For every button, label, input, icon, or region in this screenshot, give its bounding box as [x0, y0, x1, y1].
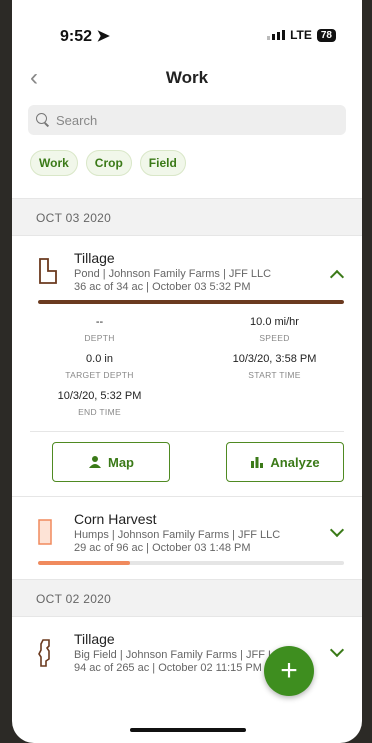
stat-value: --	[95, 316, 104, 328]
record-title: Tillage	[74, 631, 115, 647]
chevron-down-icon[interactable]	[329, 522, 345, 538]
filter-chip-field[interactable]: Field	[139, 150, 186, 176]
analyze-button-label: Analyze	[270, 454, 320, 470]
field-outline-icon	[38, 519, 52, 545]
chevron-up-icon[interactable]	[329, 269, 345, 285]
map-person-icon	[89, 456, 101, 468]
page-title: Work	[165, 68, 209, 87]
network-label: LTE	[290, 28, 312, 42]
filter-chip-work[interactable]: Work	[30, 150, 78, 176]
record-actions: Map Analyze	[12, 442, 362, 482]
analyze-button[interactable]: Analyze	[226, 442, 344, 482]
filter-chip-crop[interactable]: Crop	[85, 150, 132, 176]
home-indicator	[130, 728, 246, 732]
stat-label: END TIME	[78, 407, 121, 417]
status-time: 9:52 ➤	[60, 28, 110, 45]
filter-chips: Work Crop Field	[30, 150, 362, 176]
nav-bar: ‹ Work	[12, 60, 362, 100]
stat-value: 0.0 in	[86, 353, 113, 365]
date-header: OCT 03 2020	[12, 198, 362, 236]
battery-icon: 78	[316, 28, 336, 42]
chevron-down-icon[interactable]	[329, 642, 345, 658]
stat-label: START TIME	[248, 370, 301, 380]
phone-screen: 9:52 ➤ LTE 78 ‹ Work Work Crop Field OCT…	[12, 0, 362, 743]
search-input[interactable]	[56, 112, 316, 128]
stat-label: DEPTH	[84, 333, 115, 343]
stat-label: TARGET DEPTH	[65, 370, 134, 380]
stat-end-time: 10/3/20, 5:32 PM END TIME	[12, 390, 187, 417]
bar-chart-icon	[251, 457, 264, 468]
stat-depth: -- DEPTH	[12, 316, 187, 343]
add-work-button[interactable]: +	[264, 646, 314, 696]
map-button-label: Map	[108, 454, 134, 470]
plus-icon: +	[280, 654, 298, 687]
field-outline-icon	[39, 258, 57, 284]
record-title: Tillage	[74, 250, 115, 266]
record-header[interactable]: Corn Harvest Humps | Johnson Family Farm…	[12, 497, 362, 561]
stat-value: 10/3/20, 5:32 PM	[57, 390, 142, 402]
search-bar[interactable]	[28, 105, 346, 135]
record-header[interactable]: Tillage Pond | Johnson Family Farms | JF…	[12, 236, 362, 300]
search-icon	[36, 113, 50, 127]
date-header: OCT 02 2020	[12, 579, 362, 617]
stat-value: 10/3/20, 3:58 PM	[232, 353, 317, 365]
map-button[interactable]: Map	[52, 442, 170, 482]
stat-start-time: 10/3/20, 3:58 PM START TIME	[187, 353, 362, 380]
record-subtitle: Big Field | Johnson Family Farms | JFF L…	[74, 649, 289, 661]
record-subtitle: Humps | Johnson Family Farms | JFF LLC	[74, 529, 281, 541]
progress-fill	[38, 561, 130, 565]
record-details: -- DEPTH 10.0 mi/hr SPEED 0.0 in TARGET …	[12, 304, 362, 482]
stat-label: SPEED	[259, 333, 290, 343]
work-record-corn-harvest[interactable]: Corn Harvest Humps | Johnson Family Farm…	[12, 497, 362, 565]
record-detail: 29 ac of 96 ac | October 03 1:48 PM	[74, 542, 251, 554]
signal-icon	[267, 30, 286, 40]
progress-bar	[38, 561, 344, 565]
work-record-tillage-pond[interactable]: Tillage Pond | Johnson Family Farms | JF…	[12, 236, 362, 497]
stat-speed: 10.0 mi/hr SPEED	[187, 316, 362, 343]
record-subtitle: Pond | Johnson Family Farms | JFF LLC	[74, 268, 272, 280]
field-outline-icon	[38, 639, 50, 667]
status-indicators: LTE 78	[267, 28, 336, 42]
record-detail: 94 ac of 265 ac | October 02 11:15 PM	[74, 662, 262, 674]
status-bar: 9:52 ➤ LTE 78	[12, 0, 362, 60]
record-detail: 36 ac of 34 ac | October 03 5:32 PM	[74, 281, 251, 293]
stat-value: 10.0 mi/hr	[250, 316, 299, 328]
record-title: Corn Harvest	[74, 511, 157, 527]
stat-target-depth: 0.0 in TARGET DEPTH	[12, 353, 187, 380]
divider	[30, 431, 344, 432]
